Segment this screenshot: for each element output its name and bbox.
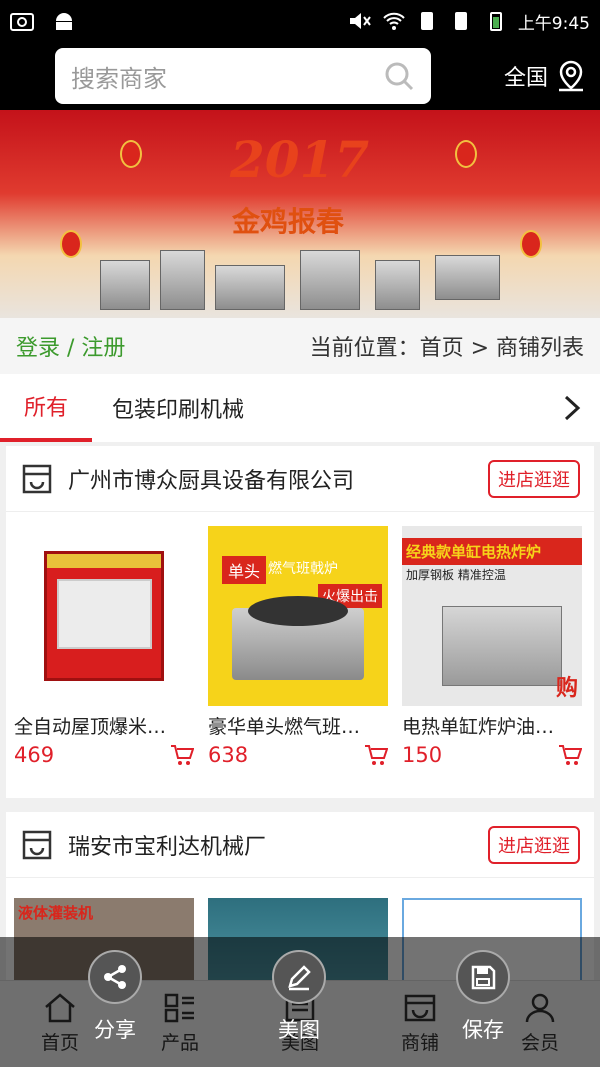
- category-tabs: 所有 包装印刷机械: [0, 374, 600, 442]
- product-name: 豪华单头燃气班…: [208, 716, 361, 738]
- product-price: 150: [402, 743, 443, 767]
- battery-icon: [489, 12, 502, 31]
- top-bar: 搜索商家 全国: [0, 42, 600, 110]
- enter-shop-button[interactable]: 进店逛逛: [488, 825, 580, 864]
- product-image-label: 单头: [222, 556, 267, 584]
- current-position: 当前位置：首页 > 商铺列表: [309, 336, 584, 361]
- share-label: 分享: [94, 1018, 136, 1042]
- edit-icon-wrap: [272, 950, 326, 1004]
- edit-image-label: 美图: [278, 1018, 320, 1042]
- search-input[interactable]: 搜索商家: [55, 48, 431, 104]
- sim2-icon: [454, 12, 467, 30]
- share-icon-wrap: [88, 950, 142, 1004]
- save-icon-wrap: [456, 950, 510, 1004]
- edit-image-button[interactable]: 美图: [272, 950, 326, 1044]
- search-placeholder: 搜索商家: [71, 64, 167, 93]
- product-image-crepe-stove[interactable]: 单头 燃气班戟炉 火爆出击: [208, 526, 388, 706]
- promo-banner[interactable]: 2017 金鸡报春: [0, 110, 600, 318]
- store-icon: [22, 464, 52, 493]
- share-icon: [104, 965, 126, 989]
- lantern-decoration: [60, 230, 82, 258]
- cart-icon[interactable]: [170, 744, 194, 766]
- product-image-popcorn[interactable]: [14, 526, 194, 706]
- product-image-fryer[interactable]: 经典款单缸电热炸炉 加厚钢板 精准控温 购: [402, 526, 582, 706]
- status-time: 上午9:45: [517, 13, 590, 34]
- shop-header: 广州市博众厨具设备有限公司 进店逛逛: [6, 446, 594, 512]
- product-image-label: 购: [555, 676, 578, 701]
- login-register-link[interactable]: 登录 / 注册: [16, 330, 125, 362]
- breadcrumb: 登录 / 注册 当前位置：首页 > 商铺列表: [0, 318, 600, 374]
- pencil-icon: [288, 965, 311, 991]
- machine-image: [100, 260, 150, 310]
- shop-name[interactable]: 瑞安市宝利达机械厂: [68, 829, 488, 861]
- machine-image: [215, 265, 285, 310]
- product-card[interactable]: 经典款单缸电热炸炉 加厚钢板 精准控温 购 电热单缸炸炉油… 150: [402, 526, 582, 767]
- save-button[interactable]: 保存: [456, 950, 510, 1044]
- product-image-label: 液体灌装机: [18, 904, 94, 922]
- android-icon: [56, 13, 72, 30]
- banner-year: 2017: [230, 130, 370, 189]
- banner-subtitle: 金鸡报春: [232, 205, 345, 238]
- location-pin-icon: [559, 60, 583, 92]
- shop-card: 广州市博众厨具设备有限公司 进店逛逛 全自动屋顶爆米… 469 单头 燃气班戟炉…: [6, 446, 594, 798]
- product-image-label: 经典款单缸电热炸炉: [402, 538, 582, 565]
- machine-image: [300, 250, 360, 310]
- store-icon: [22, 830, 52, 859]
- share-button[interactable]: 分享: [88, 950, 142, 1044]
- lantern-decoration: [455, 140, 477, 168]
- machine-image: [435, 255, 500, 300]
- enter-shop-button[interactable]: 进店逛逛: [488, 459, 580, 498]
- shop-header: 瑞安市宝利达机械厂 进店逛逛: [6, 812, 594, 878]
- product-name: 电热单缸炸炉油…: [402, 716, 555, 738]
- save-label: 保存: [462, 1018, 504, 1042]
- wifi-icon: [383, 12, 405, 30]
- status-bar: 上午9:45: [0, 0, 600, 42]
- tab-packaging-printing[interactable]: 包装印刷机械: [92, 374, 264, 442]
- sim1-icon: [420, 12, 433, 30]
- product-price: 638: [208, 743, 249, 767]
- search-icon[interactable]: [383, 60, 415, 92]
- product-image-label: 燃气班戟炉: [268, 561, 338, 577]
- product-card[interactable]: 单头 燃气班戟炉 火爆出击 豪华单头燃气班… 638: [208, 526, 388, 767]
- save-icon: [471, 965, 496, 990]
- machine-image: [375, 260, 420, 310]
- tab-all[interactable]: 所有: [0, 374, 92, 442]
- shop-name[interactable]: 广州市博众厨具设备有限公司: [68, 463, 488, 495]
- cart-icon[interactable]: [558, 744, 582, 766]
- region-selector[interactable]: 全国: [504, 60, 586, 92]
- product-price: 469: [14, 743, 55, 767]
- lantern-decoration: [520, 230, 542, 258]
- screenshot-icon: [10, 13, 34, 31]
- product-image-label: 加厚钢板 精准控温: [406, 568, 506, 582]
- chevron-right-icon[interactable]: [556, 393, 586, 423]
- lantern-decoration: [120, 140, 142, 168]
- product-name: 全自动屋顶爆米…: [14, 716, 167, 738]
- cart-icon[interactable]: [364, 744, 388, 766]
- machine-image: [160, 250, 205, 310]
- product-card[interactable]: 全自动屋顶爆米… 469: [14, 526, 194, 767]
- region-label: 全国: [503, 66, 548, 91]
- mute-icon: [349, 13, 371, 29]
